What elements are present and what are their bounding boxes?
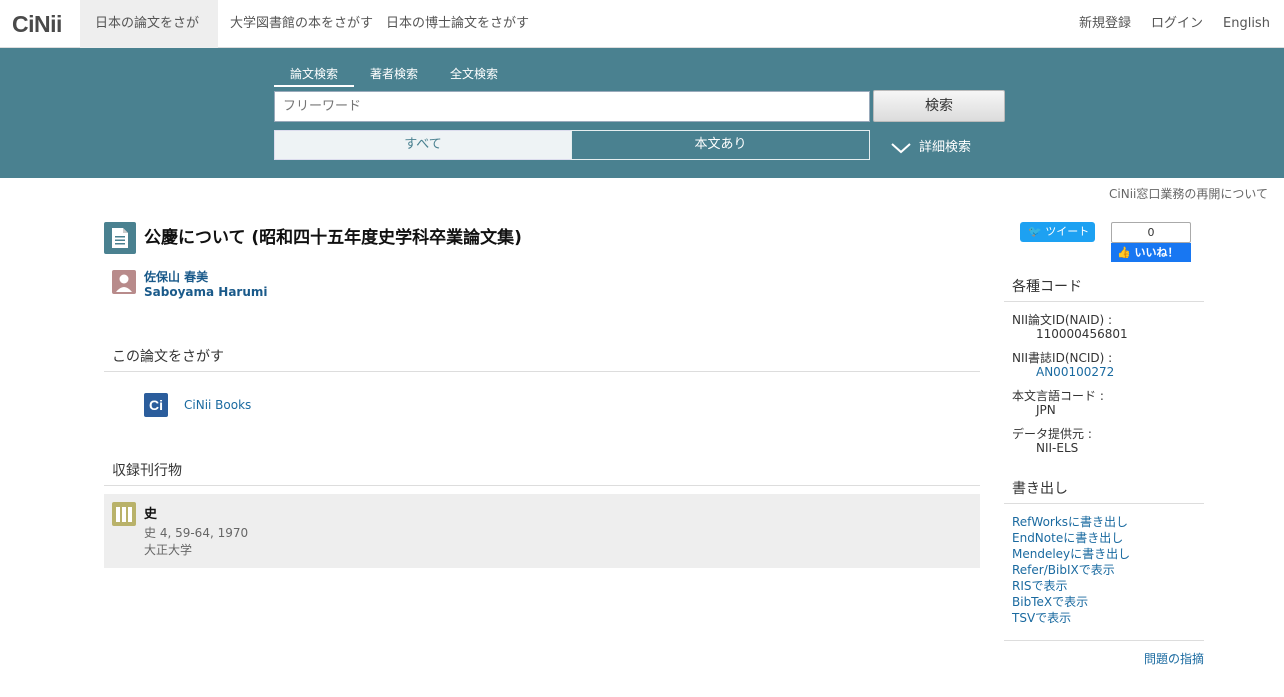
nav-tab-articles[interactable]: 日本の論文をさがす <box>80 0 218 79</box>
journal-name: 史 <box>144 507 158 522</box>
filter-fulltext[interactable]: 本文あり <box>571 130 870 160</box>
nav-tab-books[interactable]: 大学図書館の本をさがす <box>215 0 388 48</box>
sidebar-divider <box>1004 640 1204 641</box>
journal-icon <box>112 502 136 526</box>
naid-value: 110000456801 <box>1036 327 1128 341</box>
export-refworks[interactable]: RefWorksに書き出し <box>1012 513 1128 530</box>
provider-value: NII-ELS <box>1036 441 1079 455</box>
cinii-logo[interactable]: CiNii <box>12 11 62 38</box>
like-button[interactable]: 👍 いいね！ <box>1111 243 1191 262</box>
chevron-down-icon <box>891 139 911 157</box>
language-value: JPN <box>1036 403 1056 417</box>
export-ris[interactable]: RISで表示 <box>1012 577 1068 594</box>
search-button[interactable]: 検索 <box>873 90 1005 122</box>
export-endnote[interactable]: EndNoteに書き出し <box>1012 529 1123 546</box>
naid-label: NII論文ID(NAID) : <box>1012 313 1113 327</box>
cinii-books-icon[interactable]: Ci <box>144 393 168 417</box>
author-names[interactable]: 佐保山 春美 Saboyama Harumi <box>144 270 268 300</box>
filter-all[interactable]: すべて <box>274 130 572 160</box>
cinii-books-link[interactable]: CiNii Books <box>184 398 251 412</box>
author-name-ja[interactable]: 佐保山 春美 <box>144 270 268 285</box>
login-link[interactable]: ログイン <box>1151 0 1203 48</box>
codes-heading: 各種コード <box>1004 276 1204 302</box>
like-count: 0 <box>1111 222 1191 243</box>
top-navbar: CiNii 日本の論文をさがす 大学図書館の本をさがす 日本の博士論文をさがす … <box>0 0 1284 79</box>
search-panel: 論文検索 著者検索 全文検索 検索 すべて 本文あり 詳細検索 <box>0 48 1284 178</box>
find-section-heading: この論文をさがす <box>104 346 980 372</box>
twitter-icon: 🐦 <box>1028 225 1042 238</box>
export-heading: 書き出し <box>1004 478 1204 504</box>
advanced-search-toggle[interactable]: 詳細検索 <box>891 136 971 157</box>
journal-section-heading: 収録刊行物 <box>104 460 980 486</box>
journal-publisher: 大正大学 <box>144 543 193 557</box>
notice-link[interactable]: CiNii窓口業務の再開について <box>1109 185 1268 202</box>
search-input[interactable] <box>274 91 870 122</box>
tab-author-search[interactable]: 著者検索 <box>354 65 434 87</box>
export-tsv[interactable]: TSVで表示 <box>1012 609 1071 626</box>
english-link[interactable]: English <box>1223 0 1270 48</box>
nav-tab-dissertations[interactable]: 日本の博士論文をさがす <box>371 0 544 48</box>
journal-card[interactable]: 史 史 4, 59-64, 1970 大正大学 <box>104 494 980 568</box>
tweet-button[interactable]: 🐦 ツイート <box>1020 222 1095 242</box>
like-label: いいね！ <box>1134 246 1179 259</box>
article-title: 公慶について (昭和四十五年度史学科卒業論文集) <box>144 228 522 248</box>
tweet-label: ツイート <box>1045 225 1090 238</box>
tab-article-search[interactable]: 論文検索 <box>274 65 354 87</box>
author-avatar-icon <box>112 270 136 294</box>
export-bibtex[interactable]: BibTeXで表示 <box>1012 593 1088 610</box>
thumbs-up-icon: 👍 <box>1117 246 1131 259</box>
export-mendeley[interactable]: Mendeleyに書き出し <box>1012 545 1130 562</box>
ncid-link[interactable]: AN00100272 <box>1036 365 1114 379</box>
ncid-label: NII書誌ID(NCID) : <box>1012 351 1113 365</box>
advanced-search-label: 詳細検索 <box>919 140 972 155</box>
export-refer[interactable]: Refer/BibIXで表示 <box>1012 561 1115 578</box>
document-icon <box>104 222 136 254</box>
register-link[interactable]: 新規登録 <box>1079 0 1131 48</box>
provider-label: データ提供元 : <box>1012 427 1092 441</box>
journal-volume: 史 4, 59-64, 1970 <box>144 526 249 540</box>
facebook-like[interactable]: 0 👍 いいね！ <box>1111 222 1191 262</box>
author-name-en[interactable]: Saboyama Harumi <box>144 285 268 300</box>
language-label: 本文言語コード : <box>1012 389 1104 403</box>
tab-fulltext-search[interactable]: 全文検索 <box>434 65 514 87</box>
report-problem-link[interactable]: 問題の指摘 <box>1144 650 1204 667</box>
